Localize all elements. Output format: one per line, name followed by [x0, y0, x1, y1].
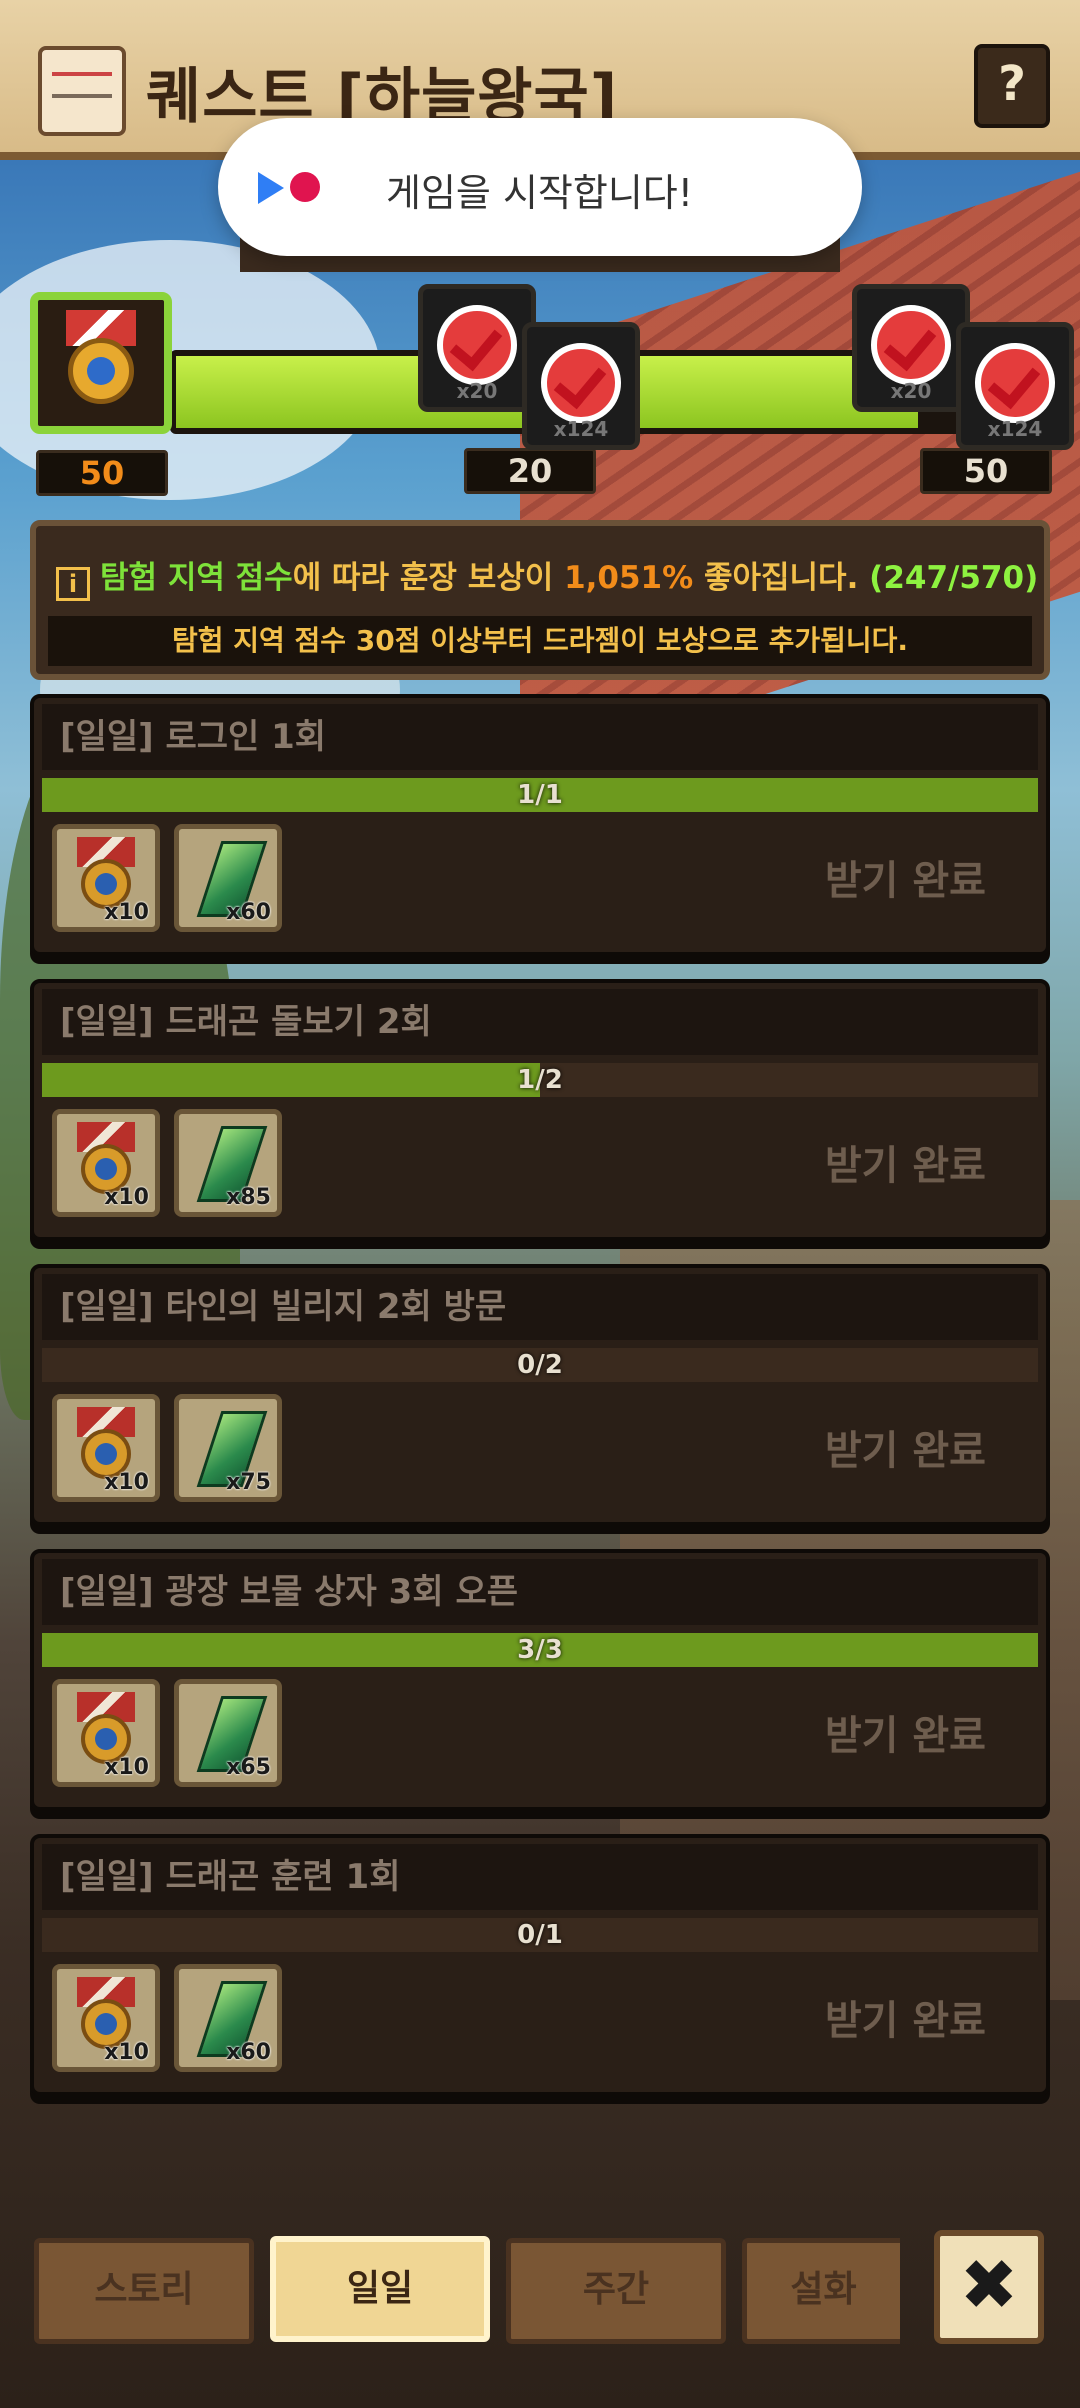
- quest-title: [일일] 타인의 빌리지 2회 방문: [42, 1274, 1038, 1340]
- quest-progress-text: 3/3: [517, 1635, 563, 1665]
- quest-scroll-icon: [38, 46, 126, 136]
- reward-quantity: x60: [226, 900, 271, 925]
- tab-legend[interactable]: 설화: [742, 2238, 900, 2344]
- info-panel: i 탐험 지역 점수에 따라 훈장 보상이 1,051% 좋아집니다. (247/…: [30, 520, 1050, 680]
- milestone-2-reward-medal-icon[interactable]: x20: [852, 284, 970, 412]
- quest-progress-bar: 0/2: [42, 1348, 1038, 1382]
- reward-medal-item[interactable]: x10: [52, 824, 160, 932]
- close-button[interactable]: ✖: [934, 2230, 1044, 2344]
- reward-medal-item[interactable]: x10: [52, 1109, 160, 1217]
- quest-progress-text: 0/1: [517, 1920, 563, 1950]
- help-button[interactable]: ?: [974, 44, 1050, 128]
- reward-gem-item[interactable]: x65: [174, 1679, 282, 1787]
- current-score-label: 50: [36, 450, 168, 496]
- info-percent: 1,051%: [564, 560, 694, 596]
- claim-complete-button[interactable]: 받기 완료: [825, 1988, 986, 2046]
- quest-progress-text: 0/2: [517, 1350, 563, 1380]
- milestone-reward-count: x124: [987, 417, 1043, 441]
- info-highlight: 탐험 지역 점수: [100, 560, 293, 596]
- reward-quantity: x10: [104, 1755, 149, 1780]
- quest-progress-bar: 1/1: [42, 778, 1038, 812]
- reward-quantity: x85: [226, 1185, 271, 1210]
- reward-medal-item[interactable]: x10: [52, 1679, 160, 1787]
- reward-quantity: x10: [104, 2040, 149, 2065]
- milestone-reward-count: x124: [553, 417, 609, 441]
- quest-card: [일일] 드래곤 돌보기 2회 1/2 x10 x85 받기 완료: [30, 979, 1050, 1241]
- info-icon: i: [56, 567, 90, 601]
- claimed-check-icon: [437, 305, 517, 385]
- reward-quantity: x65: [226, 1755, 271, 1780]
- reward-quantity: x10: [104, 1470, 149, 1495]
- toast-message: 게임을 시작합니다!: [386, 171, 693, 215]
- toast-notification: 게임을 시작합니다!: [218, 118, 862, 256]
- claim-complete-button[interactable]: 받기 완료: [825, 1133, 986, 1191]
- quest-progress-bar: 3/3: [42, 1633, 1038, 1667]
- claim-complete-button[interactable]: 받기 완료: [825, 1418, 986, 1476]
- quest-progress-text: 1/1: [517, 780, 563, 810]
- claim-complete-button[interactable]: 받기 완료: [825, 848, 986, 906]
- reward-gem-item[interactable]: x60: [174, 1964, 282, 2072]
- milestone-reward-count: x20: [456, 379, 498, 403]
- info-text-part: 좋아집니다.: [693, 560, 870, 596]
- milestone-2-score-label: 50: [920, 448, 1052, 494]
- milestone-1-score-label: 20: [464, 448, 596, 494]
- quest-title: [일일] 드래곤 훈련 1회: [42, 1844, 1038, 1910]
- info-text-part: 에 따라 훈장 보상이: [292, 560, 565, 596]
- claimed-check-icon: [871, 305, 951, 385]
- play-icon: [258, 172, 284, 204]
- info-ratio: (247/570): [869, 560, 1039, 596]
- tab-story[interactable]: 스토리: [34, 2238, 254, 2344]
- quest-card: [일일] 드래곤 훈련 1회 0/1 x10 x60 받기 완료: [30, 1834, 1050, 2096]
- reward-medal-item[interactable]: x10: [52, 1964, 160, 2072]
- quest-card: [일일] 타인의 빌리지 2회 방문 0/2 x10 x75 받기 완료: [30, 1264, 1050, 1526]
- quest-title: [일일] 드래곤 돌보기 2회: [42, 989, 1038, 1055]
- quest-card: [일일] 광장 보물 상자 3회 오픈 3/3 x10 x65 받기 완료: [30, 1549, 1050, 1811]
- quest-title: [일일] 광장 보물 상자 3회 오픈: [42, 1559, 1038, 1625]
- tab-daily[interactable]: 일일: [270, 2236, 490, 2342]
- info-text: i 탐험 지역 점수에 따라 훈장 보상이 1,051% 좋아집니다. (247/…: [56, 552, 1038, 601]
- current-medal-icon: [30, 292, 172, 434]
- info-subtext: 탐험 지역 점수 30점 이상부터 드라젬이 보상으로 추가됩니다.: [48, 616, 1032, 666]
- reward-quantity: x60: [226, 2040, 271, 2065]
- reward-gem-item[interactable]: x60: [174, 824, 282, 932]
- reward-gem-item[interactable]: x85: [174, 1109, 282, 1217]
- reward-quantity: x10: [104, 900, 149, 925]
- reward-quantity: x10: [104, 1185, 149, 1210]
- quest-card: [일일] 로그인 1회 1/1 x10 x60 받기 완료: [30, 694, 1050, 956]
- claim-complete-button[interactable]: 받기 완료: [825, 1703, 986, 1761]
- quest-progress-bar: 1/2: [42, 1063, 1038, 1097]
- milestone-1-reward-gem-icon[interactable]: x124: [522, 322, 640, 450]
- milestone-2-reward-gem-icon[interactable]: x124: [956, 322, 1074, 450]
- reward-quantity: x75: [226, 1470, 271, 1495]
- record-icon: [290, 172, 320, 202]
- milestone-reward-count: x20: [890, 379, 932, 403]
- tab-weekly[interactable]: 주간: [506, 2238, 726, 2344]
- medal-disc: [68, 338, 134, 404]
- quest-title: [일일] 로그인 1회: [42, 704, 1038, 770]
- quest-progress-text: 1/2: [517, 1065, 563, 1095]
- milestone-1-reward-medal-icon[interactable]: x20: [418, 284, 536, 412]
- claimed-check-icon: [541, 343, 621, 423]
- reward-medal-item[interactable]: x10: [52, 1394, 160, 1502]
- reward-gem-item[interactable]: x75: [174, 1394, 282, 1502]
- quest-progress-bar: 0/1: [42, 1918, 1038, 1952]
- claimed-check-icon: [975, 343, 1055, 423]
